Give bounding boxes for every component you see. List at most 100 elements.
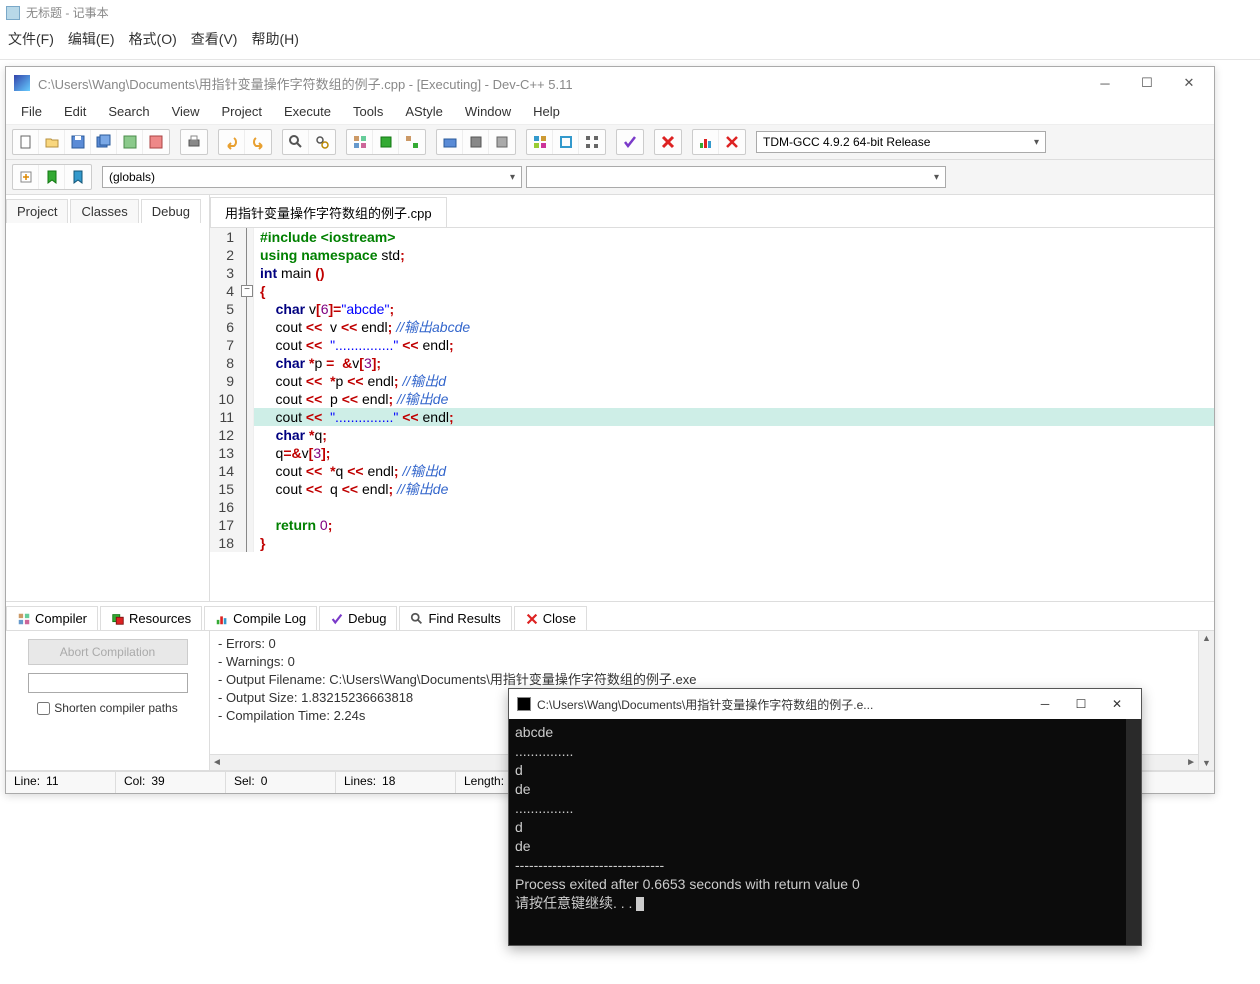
toolbar-main: TDM-GCC 4.9.2 64-bit Release ▾ [6, 125, 1214, 160]
notepad-menu-file[interactable]: 文件(F) [8, 29, 54, 49]
grid-icon[interactable] [579, 130, 605, 154]
btab-resources[interactable]: Resources [100, 606, 202, 630]
notepad-menu-view[interactable]: 查看(V) [191, 29, 238, 49]
find-icon[interactable] [283, 130, 309, 154]
profile-icon[interactable] [693, 130, 719, 154]
devcpp-icon [14, 75, 30, 91]
save-as-icon[interactable] [117, 130, 143, 154]
close-button[interactable]: ✕ [1172, 72, 1206, 94]
code-line[interactable]: 3int main () [210, 264, 1214, 282]
menu-project[interactable]: Project [213, 101, 271, 122]
btab-compiler[interactable]: Compiler [6, 606, 98, 630]
console-vscrollbar[interactable] [1126, 719, 1141, 945]
code-line[interactable]: 5 char v[6]="abcde"; [210, 300, 1214, 318]
redo-icon[interactable] [245, 130, 271, 154]
goto-icon[interactable] [13, 165, 39, 189]
btab-find-results[interactable]: Find Results [399, 606, 511, 630]
open-file-icon[interactable] [39, 130, 65, 154]
compiler-select[interactable]: TDM-GCC 4.9.2 64-bit Release ▾ [756, 131, 1046, 153]
code-line[interactable]: 9 cout << *p << endl; //输出d [210, 372, 1214, 390]
rebuild-icon[interactable] [437, 130, 463, 154]
menu-view[interactable]: View [163, 101, 209, 122]
side-tab-debug[interactable]: Debug [141, 199, 201, 223]
menu-edit[interactable]: Edit [55, 101, 95, 122]
btab-compile-log[interactable]: Compile Log [204, 606, 317, 630]
code-editor[interactable]: 1#include <iostream>2using namespace std… [210, 228, 1214, 601]
debug-icon[interactable] [527, 130, 553, 154]
console-minimize-button[interactable]: ─ [1029, 693, 1061, 715]
code-line[interactable]: 13 q=&v[3]; [210, 444, 1214, 462]
close-file-icon[interactable] [143, 130, 169, 154]
menu-help[interactable]: Help [524, 101, 569, 122]
print-icon[interactable] [181, 130, 207, 154]
notepad-title: 无标题 - 记事本 [26, 4, 109, 21]
replace-icon[interactable] [309, 130, 335, 154]
menubar: File Edit Search View Project Execute To… [6, 99, 1214, 125]
code-line[interactable]: 7 cout << "..............." << endl; [210, 336, 1214, 354]
code-line[interactable]: 18} [210, 534, 1214, 552]
code-line[interactable]: 14 cout << *q << endl; //输出d [210, 462, 1214, 480]
console-icon [517, 697, 531, 711]
code-line[interactable]: 10 cout << p << endl; //输出de [210, 390, 1214, 408]
chevron-down-icon: ▾ [934, 172, 939, 183]
console-maximize-button[interactable]: ☐ [1065, 693, 1097, 715]
code-line[interactable]: 12 char *q; [210, 426, 1214, 444]
run-icon[interactable] [373, 130, 399, 154]
tool2-icon[interactable] [489, 130, 515, 154]
scroll-right-icon[interactable]: ► [1186, 757, 1196, 768]
undo-icon[interactable] [219, 130, 245, 154]
bookmark-icon[interactable] [39, 165, 65, 189]
shorten-paths-checkbox[interactable]: Shorten compiler paths [37, 701, 177, 715]
code-line[interactable]: 1#include <iostream> [210, 228, 1214, 246]
stop-icon[interactable] [655, 130, 681, 154]
menu-astyle[interactable]: AStyle [396, 101, 452, 122]
compile-icon[interactable] [347, 130, 373, 154]
console-window: C:\Users\Wang\Documents\用指针变量操作字符数组的例子.e… [508, 688, 1142, 946]
bookmark-next-icon[interactable] [65, 165, 91, 189]
save-icon[interactable] [65, 130, 91, 154]
menu-tools[interactable]: Tools [344, 101, 392, 122]
code-line[interactable]: 4{ [210, 282, 1214, 300]
code-line[interactable]: 2using namespace std; [210, 246, 1214, 264]
file-tab[interactable]: 用指针变量操作字符数组的例子.cpp [210, 197, 447, 227]
chevron-down-icon: ▾ [1034, 137, 1039, 148]
delete-icon[interactable] [719, 130, 745, 154]
code-line[interactable]: 17 return 0; [210, 516, 1214, 534]
side-tab-classes[interactable]: Classes [70, 199, 138, 223]
step-icon[interactable] [553, 130, 579, 154]
code-line[interactable]: 11 cout << "..............." << endl; [210, 408, 1214, 426]
code-line[interactable]: 6 cout << v << endl; //输出abcde [210, 318, 1214, 336]
chevron-down-icon: ▾ [510, 172, 515, 183]
notepad-menu-edit[interactable]: 编辑(E) [68, 29, 115, 49]
notepad-menu-help[interactable]: 帮助(H) [251, 29, 298, 49]
toolbar-navigation: (globals) ▾ ▾ [6, 160, 1214, 195]
menu-search[interactable]: Search [99, 101, 158, 122]
devcpp-title: C:\Users\Wang\Documents\用指针变量操作字符数组的例子.c… [38, 74, 1088, 93]
menu-execute[interactable]: Execute [275, 101, 340, 122]
notepad-menu-format[interactable]: 格式(O) [129, 29, 177, 49]
code-line[interactable]: 16 [210, 498, 1214, 516]
console-output[interactable]: abcde...............dde...............dd… [509, 719, 1141, 945]
console-close-button[interactable]: ✕ [1101, 693, 1133, 715]
code-line[interactable]: 8 char *p = &v[3]; [210, 354, 1214, 372]
minimize-button[interactable]: ─ [1088, 72, 1122, 94]
btab-close[interactable]: Close [514, 606, 587, 630]
side-tab-project[interactable]: Project [6, 199, 68, 223]
menu-window[interactable]: Window [456, 101, 520, 122]
compile-run-icon[interactable] [399, 130, 425, 154]
abort-compilation-button: Abort Compilation [28, 639, 188, 665]
btab-debug[interactable]: Debug [319, 606, 397, 630]
console-title: C:\Users\Wang\Documents\用指针变量操作字符数组的例子.e… [537, 696, 1029, 713]
scroll-left-icon[interactable]: ◄ [212, 757, 222, 768]
save-all-icon[interactable] [91, 130, 117, 154]
globals-combo[interactable]: (globals) ▾ [102, 166, 522, 188]
log-vscrollbar[interactable]: ▲ ▼ [1198, 631, 1214, 770]
function-combo[interactable]: ▾ [526, 166, 946, 188]
check-icon[interactable] [617, 130, 643, 154]
new-file-icon[interactable] [13, 130, 39, 154]
notepad-icon [6, 6, 20, 20]
menu-file[interactable]: File [12, 101, 51, 122]
code-line[interactable]: 15 cout << q << endl; //输出de [210, 480, 1214, 498]
maximize-button[interactable]: ☐ [1130, 72, 1164, 94]
tool1-icon[interactable] [463, 130, 489, 154]
